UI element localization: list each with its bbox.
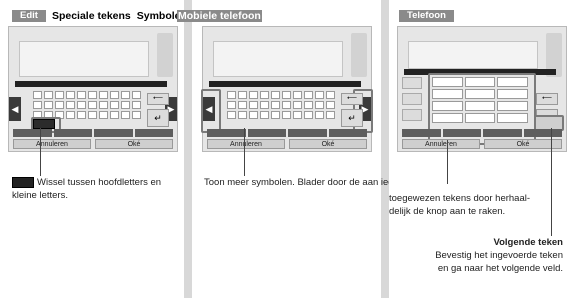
mode-buttons[interactable] [13,129,173,137]
panel-phone: Telefoon ⟵ ↵ Annuleren Oké toegewezen te… [389,0,573,298]
callout-line-next [551,128,552,236]
caption-shift: Wissel tussen hoofdletters en kleine let… [12,176,162,201]
callout-line [244,128,245,176]
ok-button[interactable]: Oké [289,139,367,149]
enter-icon[interactable]: ↵ [341,109,363,127]
input-line [15,81,167,87]
side-key-abc2[interactable] [402,93,422,105]
input-line [209,81,361,87]
mode-tab-row: Edit Speciale tekens Symbolen [12,9,187,22]
phone-keys[interactable] [432,77,528,123]
caption-next: Volgende teken Bevestig het ingevoerde t… [435,237,563,274]
shift-key[interactable] [33,119,55,129]
phone-screen: ⟵ ↵ Annuleren Oké [397,26,567,152]
tab-mobile: Mobiele telefoon [177,9,262,22]
symbol-keys[interactable] [227,91,335,119]
mode-tab-row-3: Telefoon [399,9,454,22]
mode-buttons[interactable] [207,129,367,137]
mode-tab-row-2: Mobiele telefoon [177,9,262,22]
tab-special: Speciale tekens [51,9,131,22]
caption-assigned: toegewezen tekens door herhaal- delijk d… [389,193,531,217]
scrollbar[interactable] [351,33,367,77]
callout-line [40,128,41,176]
arrow-left-icon[interactable]: ◀ [9,97,21,121]
cancel-button[interactable]: Annuleren [13,139,91,149]
enter-icon[interactable]: ↵ [147,109,169,127]
cancel-button[interactable]: Annuleren [207,139,285,149]
tab-phone: Telefoon [399,9,454,22]
ok-button[interactable]: Oké [95,139,173,149]
shift-key-icon [12,176,34,188]
scrollbar[interactable] [157,33,173,77]
panel-symbols: Mobiele telefoon ◀ ▶ ⟵ ↵ Annuleren Oké T… [177,0,431,298]
letter-keys[interactable] [33,91,141,119]
bottom-buttons: Annuleren Oké [13,139,173,149]
side-key-123[interactable] [402,109,422,121]
text-area [408,41,538,69]
symbols-screen: ◀ ▶ ⟵ ↵ Annuleren Oké [201,26,373,152]
panel-qwerty: Edit Speciale tekens Symbolen ◀ ▶ ⟵ ↵ An… [0,0,187,298]
cancel-button[interactable]: Annuleren [402,139,480,149]
text-area [19,41,149,77]
keyboard-screen: ◀ ▶ ⟵ ↵ Annuleren Oké [8,26,178,152]
backspace-icon[interactable]: ⟵ [536,93,558,105]
text-area [213,41,343,77]
backspace-icon[interactable]: ⟵ [147,93,169,105]
arrow-left-icon[interactable]: ◀ [203,97,215,121]
mode-buttons[interactable] [402,129,562,137]
backspace-icon[interactable]: ⟵ [341,93,363,105]
tab-edit: Edit [12,9,46,22]
callout-line-keys [447,140,448,184]
side-key-abc[interactable] [402,77,422,89]
bottom-buttons: Annuleren Oké [207,139,367,149]
bottom-buttons: Annuleren Oké [402,139,562,149]
next-title: Volgende teken [493,237,563,248]
